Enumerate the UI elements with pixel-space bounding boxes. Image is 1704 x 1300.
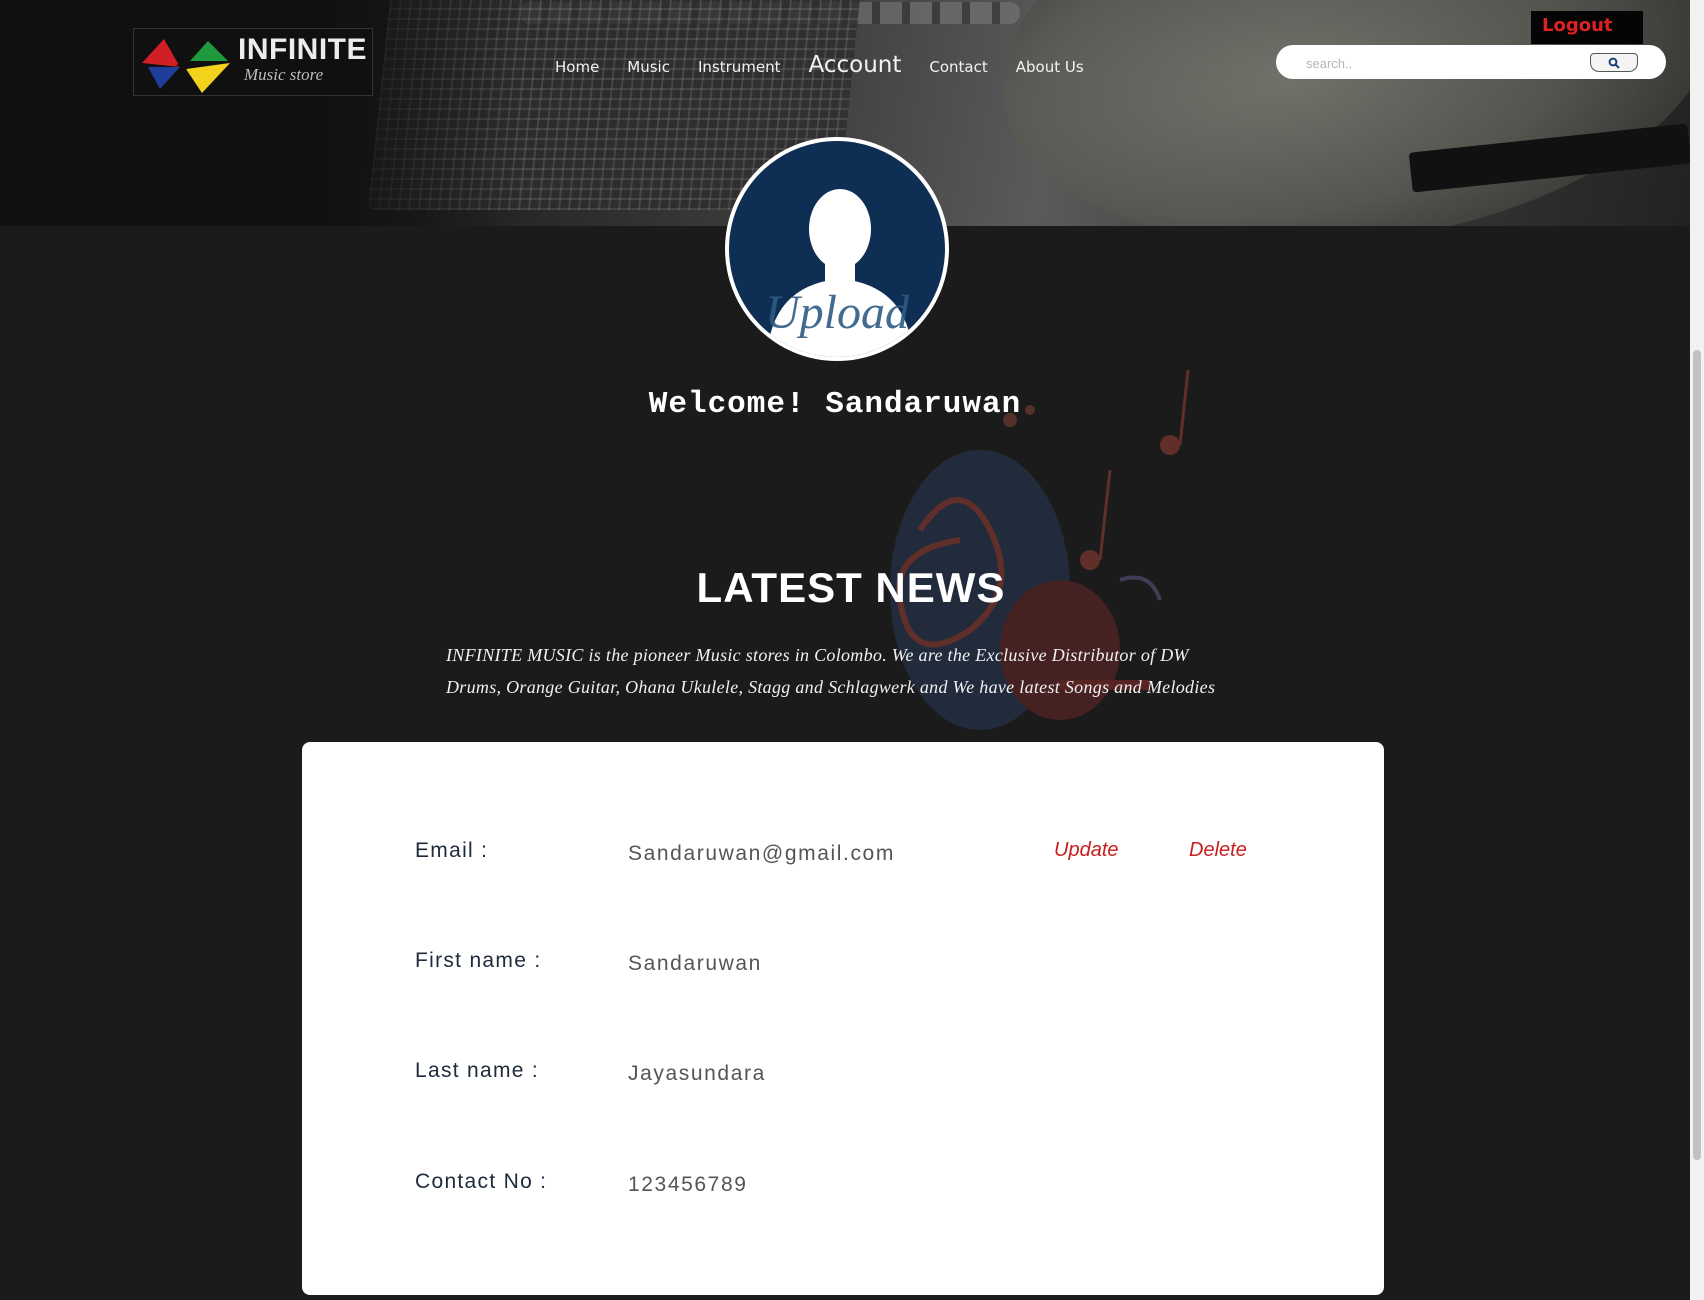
contact-row: Contact No : 123456789 (302, 1170, 1384, 1210)
last-name-label: Last name : (415, 1059, 540, 1082)
avatar: Upload (729, 141, 945, 357)
first-name-label: First name : (415, 949, 542, 972)
logout-button[interactable]: Logout (1531, 11, 1643, 44)
nav-home[interactable]: Home (555, 58, 599, 76)
nav-about-us[interactable]: About Us (1016, 58, 1084, 76)
email-label: Email : (415, 839, 489, 862)
news-heading: LATEST NEWS (696, 564, 1006, 611)
search-icon (1608, 57, 1620, 69)
brand-logo[interactable]: INFINITE Music store (133, 28, 373, 96)
nav-music[interactable]: Music (627, 58, 670, 76)
main-nav: Home Music Instrument Account Contact Ab… (555, 52, 1112, 78)
page-scrollbar[interactable] (1690, 0, 1704, 1300)
welcome-message: Welcome! Sandaruwan (648, 387, 1022, 422)
logo-mark-icon (142, 39, 230, 93)
avatar-upload[interactable]: Upload (725, 137, 949, 361)
nav-account[interactable]: Account (809, 52, 902, 78)
nav-instrument[interactable]: Instrument (698, 58, 781, 76)
upload-label: Upload (765, 286, 909, 339)
first-name-row: First name : Sandaruwan (302, 949, 1384, 989)
scrollbar-thumb[interactable] (1693, 350, 1701, 1160)
contact-value: 123456789 (628, 1173, 748, 1196)
last-name-value: Jayasundara (628, 1062, 766, 1085)
brand-name: INFINITE (238, 33, 367, 66)
search-input[interactable] (1304, 52, 1608, 74)
update-button[interactable]: Update (1054, 839, 1119, 862)
news-body: INFINITE MUSIC is the pioneer Music stor… (446, 645, 1216, 697)
account-details-card: Email : Sandaruwan@gmail.com Update Dele… (302, 742, 1384, 1295)
email-row: Email : Sandaruwan@gmail.com Update Dele… (302, 839, 1384, 879)
search-button[interactable] (1590, 53, 1638, 72)
email-value: Sandaruwan@gmail.com (628, 842, 895, 865)
nav-contact[interactable]: Contact (929, 58, 987, 76)
search-bar (1276, 45, 1666, 79)
delete-button[interactable]: Delete (1189, 839, 1247, 862)
last-name-row: Last name : Jayasundara (302, 1059, 1384, 1099)
brand-tagline: Music store (244, 65, 324, 84)
first-name-value: Sandaruwan (628, 952, 762, 975)
contact-label: Contact No : (415, 1170, 548, 1193)
